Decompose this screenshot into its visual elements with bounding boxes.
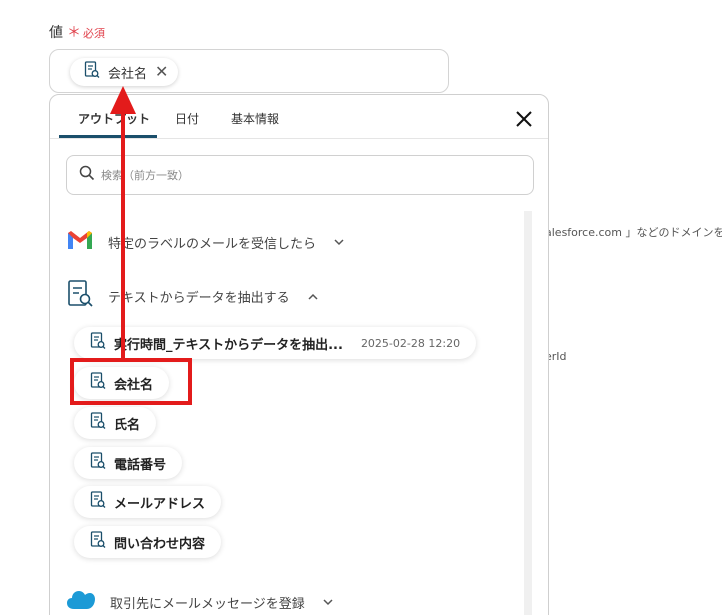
annotation-arrow-icon [110,86,136,358]
